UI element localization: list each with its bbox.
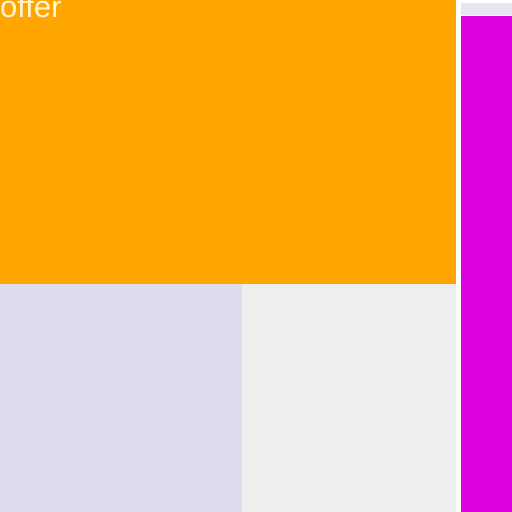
treemap-canvas: offer bbox=[0, 0, 512, 512]
top-strip-tile[interactable] bbox=[461, 3, 512, 15]
gray-tile[interactable] bbox=[242, 284, 456, 512]
magenta-tile[interactable] bbox=[461, 16, 512, 512]
offer-tile[interactable]: offer bbox=[0, 0, 456, 284]
lavender-tile[interactable] bbox=[0, 284, 242, 512]
offer-tile-label: offer bbox=[0, 0, 62, 24]
